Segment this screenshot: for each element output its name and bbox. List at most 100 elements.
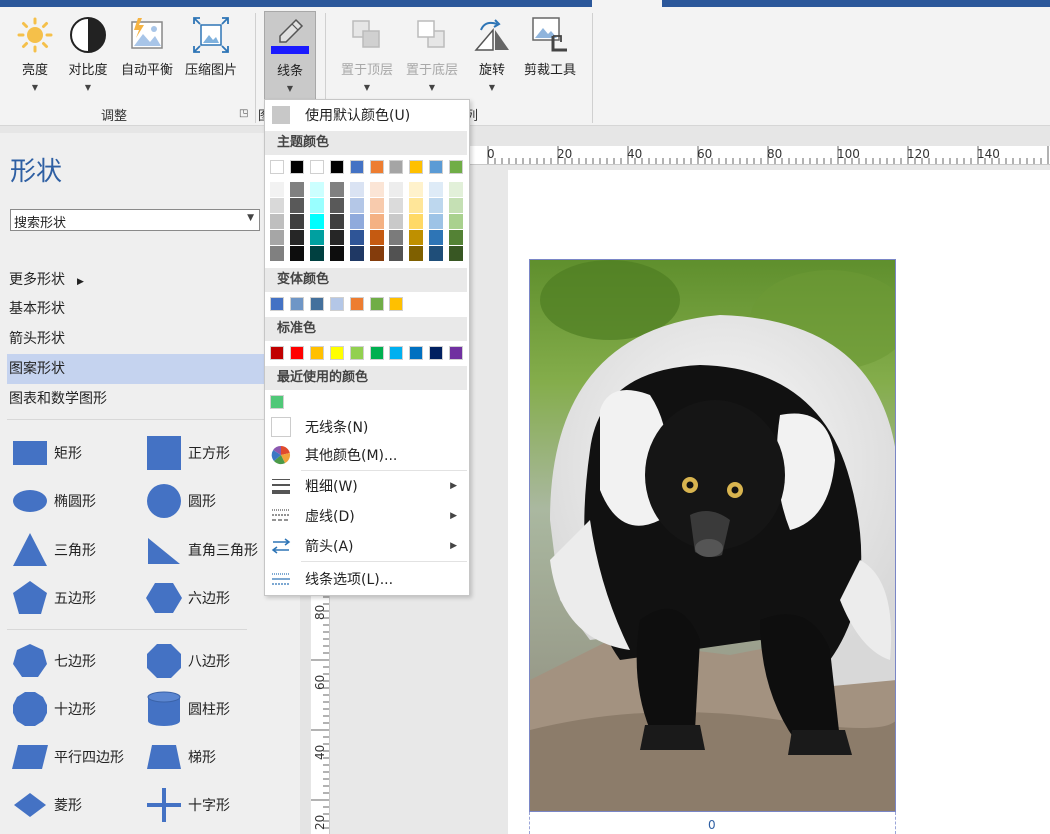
color-shade-swatch[interactable] <box>270 246 284 261</box>
color-shade-swatch[interactable] <box>289 230 304 245</box>
category-more-shapes[interactable]: 更多形状 ▶ <box>0 265 300 295</box>
shape-octagon[interactable]: 八边形 <box>144 641 230 681</box>
color-shade-swatch[interactable] <box>329 230 344 245</box>
shape-square[interactable]: 正方形 <box>144 433 230 473</box>
color-shade-swatch[interactable] <box>349 182 364 197</box>
color-shade-swatch[interactable] <box>289 182 304 197</box>
color-shade-swatch[interactable] <box>329 246 344 261</box>
rotate-button[interactable]: 旋转 ▼ <box>472 11 512 103</box>
color-shade-swatch[interactable] <box>329 214 344 229</box>
contrast-button[interactable]: 对比度 ▼ <box>63 11 113 103</box>
variant-color-swatch[interactable] <box>289 297 304 311</box>
standard-color-swatch[interactable] <box>329 346 344 360</box>
color-shade-swatch[interactable] <box>270 214 284 229</box>
variant-color-swatch[interactable] <box>349 297 364 311</box>
color-swatch[interactable] <box>409 160 424 174</box>
color-shade-swatch[interactable] <box>409 246 424 261</box>
variant-color-swatch[interactable] <box>369 297 384 311</box>
menu-item-dash[interactable]: 虚线(D) ▶ <box>265 503 469 529</box>
shape-pentagon[interactable]: 五边形 <box>10 578 96 618</box>
color-shade-swatch[interactable] <box>429 198 444 213</box>
compress-pictures-button[interactable]: 压缩图片 <box>180 11 242 103</box>
color-shade-swatch[interactable] <box>349 214 364 229</box>
color-shade-swatch[interactable] <box>409 214 424 229</box>
color-shade-swatch[interactable] <box>409 182 424 197</box>
shape-trapezoid[interactable]: 梯形 <box>144 737 216 777</box>
menu-item-arrows[interactable]: 箭头(A) ▶ <box>265 533 469 559</box>
auto-balance-button[interactable]: 自动平衡 <box>116 11 178 103</box>
color-shade-swatch[interactable] <box>369 246 384 261</box>
color-shade-swatch[interactable] <box>429 214 444 229</box>
shape-triangle[interactable]: 三角形 <box>10 530 96 570</box>
color-shade-swatch[interactable] <box>389 230 404 245</box>
category-chart-math-shapes[interactable]: 图表和数学图形 <box>0 384 300 414</box>
color-shade-swatch[interactable] <box>289 214 304 229</box>
shape-cylinder[interactable]: 圆柱形 <box>144 689 230 729</box>
color-shade-swatch[interactable] <box>389 182 404 197</box>
menu-item-default-color[interactable]: 使用默认颜色(U) <box>265 102 469 128</box>
shape-decagon[interactable]: 十边形 <box>10 689 96 729</box>
color-shade-swatch[interactable] <box>329 182 344 197</box>
standard-color-swatch[interactable] <box>409 346 424 360</box>
color-shade-swatch[interactable] <box>369 182 384 197</box>
color-shade-swatch[interactable] <box>449 246 464 261</box>
dialog-launcher-icon[interactable]: ◳ <box>239 108 248 119</box>
shape-circle[interactable]: 圆形 <box>144 481 216 521</box>
shape-right-triangle[interactable]: 直角三角形 <box>144 530 258 570</box>
color-shade-swatch[interactable] <box>389 198 404 213</box>
color-swatch[interactable] <box>329 160 344 174</box>
recent-color-swatch[interactable] <box>270 395 284 409</box>
color-shade-swatch[interactable] <box>309 230 324 245</box>
category-pattern-shapes[interactable]: 图案形状 <box>7 354 292 384</box>
crop-tool-button[interactable]: 剪裁工具 <box>518 11 582 103</box>
color-shade-swatch[interactable] <box>449 198 464 213</box>
color-shade-swatch[interactable] <box>309 198 324 213</box>
category-arrow-shapes[interactable]: 箭头形状 <box>0 324 300 354</box>
color-shade-swatch[interactable] <box>289 246 304 261</box>
color-shade-swatch[interactable] <box>309 214 324 229</box>
color-swatch[interactable] <box>309 160 324 174</box>
color-swatch[interactable] <box>389 160 404 174</box>
color-shade-swatch[interactable] <box>429 230 444 245</box>
color-swatch[interactable] <box>449 160 464 174</box>
color-shade-swatch[interactable] <box>449 230 464 245</box>
color-shade-swatch[interactable] <box>369 198 384 213</box>
variant-color-swatch[interactable] <box>270 297 284 311</box>
shape-heptagon[interactable]: 七边形 <box>10 641 96 681</box>
color-shade-swatch[interactable] <box>309 182 324 197</box>
shape-parallelogram[interactable]: 平行四边形 <box>10 737 124 777</box>
standard-color-swatch[interactable] <box>349 346 364 360</box>
color-shade-swatch[interactable] <box>429 246 444 261</box>
variant-color-swatch[interactable] <box>329 297 344 311</box>
color-shade-swatch[interactable] <box>389 246 404 261</box>
shape-diamond[interactable]: 菱形 <box>10 785 82 825</box>
color-swatch[interactable] <box>289 160 304 174</box>
search-shapes-dropdown[interactable]: 搜索形状 ▼ <box>10 209 260 231</box>
color-shade-swatch[interactable] <box>289 198 304 213</box>
shape-rectangle[interactable]: 矩形 <box>10 433 82 473</box>
color-shade-swatch[interactable] <box>389 214 404 229</box>
color-swatch[interactable] <box>369 160 384 174</box>
color-swatch[interactable] <box>349 160 364 174</box>
variant-color-swatch[interactable] <box>309 297 324 311</box>
color-shade-swatch[interactable] <box>349 246 364 261</box>
color-shade-swatch[interactable] <box>270 230 284 245</box>
color-shade-swatch[interactable] <box>449 182 464 197</box>
standard-color-swatch[interactable] <box>429 346 444 360</box>
color-shade-swatch[interactable] <box>309 246 324 261</box>
color-shade-swatch[interactable] <box>369 214 384 229</box>
line-button[interactable]: 线条 ▼ <box>264 11 316 101</box>
color-shade-swatch[interactable] <box>270 198 284 213</box>
color-swatch[interactable] <box>270 160 284 174</box>
color-shade-swatch[interactable] <box>409 198 424 213</box>
color-shade-swatch[interactable] <box>270 182 284 197</box>
standard-color-swatch[interactable] <box>389 346 404 360</box>
menu-item-weight[interactable]: 粗细(W) ▶ <box>265 473 469 499</box>
menu-item-no-line[interactable]: 无线条(N) <box>265 414 469 440</box>
color-shade-swatch[interactable] <box>449 214 464 229</box>
color-shade-swatch[interactable] <box>369 230 384 245</box>
shape-hexagon[interactable]: 六边形 <box>144 578 230 618</box>
color-shade-swatch[interactable] <box>409 230 424 245</box>
standard-color-swatch[interactable] <box>449 346 464 360</box>
standard-color-swatch[interactable] <box>270 346 284 360</box>
